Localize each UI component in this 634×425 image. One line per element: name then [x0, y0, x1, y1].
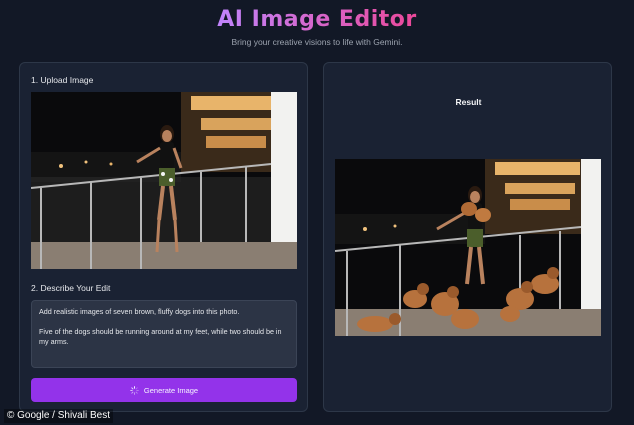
result-photo-illustration	[335, 159, 601, 336]
app-subtitle: Bring your creative visions to life with…	[231, 37, 403, 47]
upload-section-label: 1. Upload Image	[31, 75, 94, 85]
edit-section-label: 2. Describe Your Edit	[31, 283, 111, 293]
generate-button-label: Generate Image	[143, 385, 199, 395]
edit-prompt-textarea[interactable]: Add realistic images of seven brown, flu…	[31, 300, 297, 368]
uploaded-image[interactable]	[31, 92, 297, 269]
editor-panel: 1. Upload Image 2. Describe Your Edit Ad…	[19, 62, 308, 412]
result-image[interactable]	[335, 159, 601, 336]
spinner-icon	[130, 385, 139, 395]
header: AI Image Editor Bring your creative visi…	[0, 6, 634, 47]
app-title: AI Image Editor	[217, 7, 417, 32]
result-panel: Result	[323, 62, 612, 412]
result-label: Result	[455, 97, 482, 107]
image-credit: © Google / Shivali Best	[4, 409, 113, 423]
generate-image-button[interactable]: Generate Image	[31, 378, 297, 402]
uploaded-photo-illustration	[31, 92, 297, 269]
